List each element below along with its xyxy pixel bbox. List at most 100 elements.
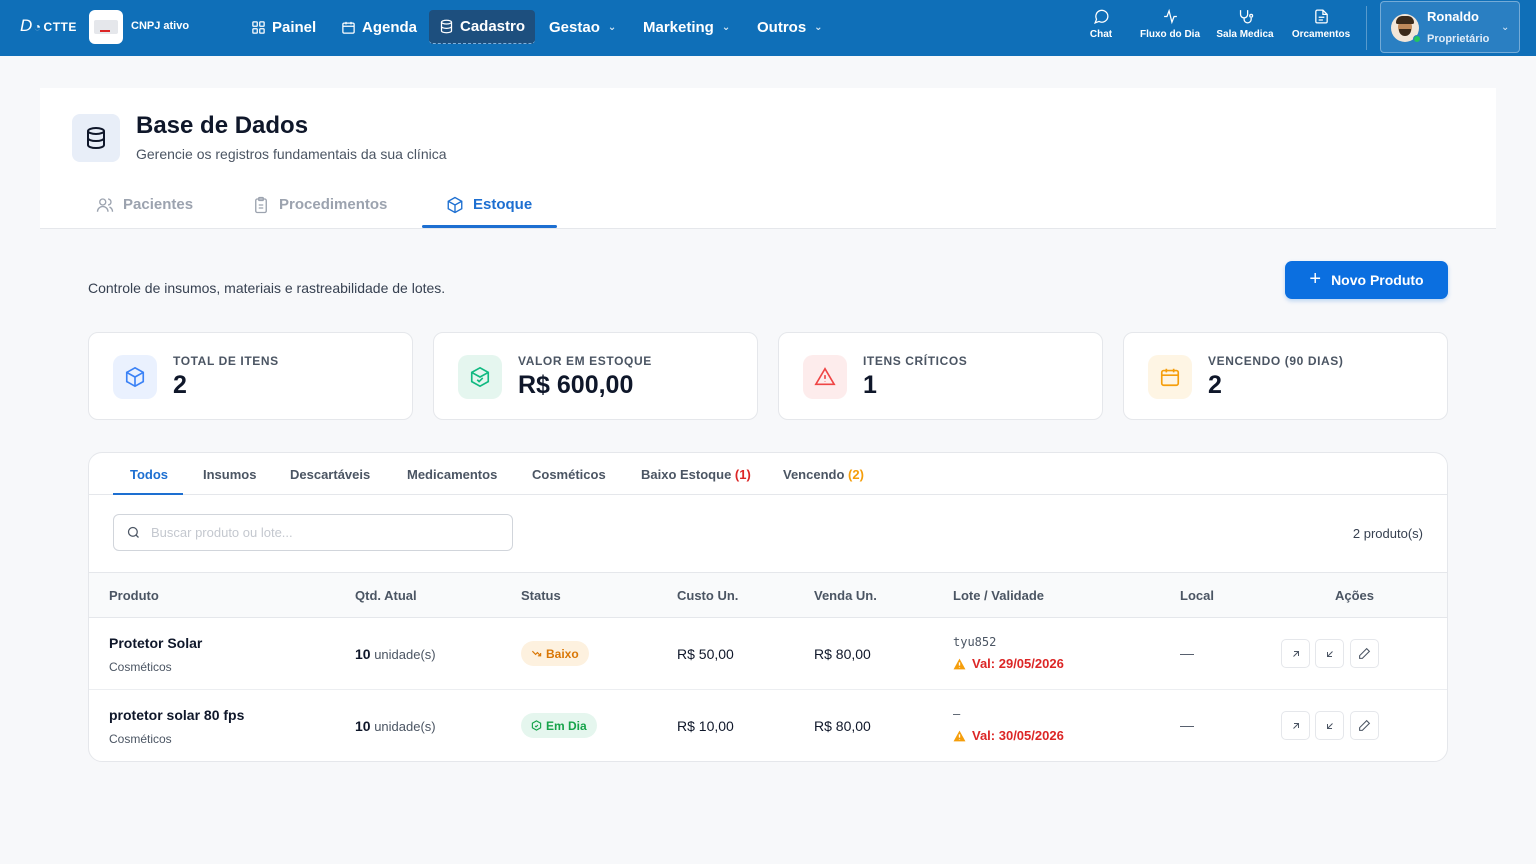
- arrow-down-left-icon: [1326, 650, 1333, 657]
- table-row[interactable]: protetor solar 80 fps Cosméticos 10 unid…: [89, 690, 1447, 761]
- package-icon: [113, 355, 157, 399]
- nav-outros[interactable]: Outros ⌄: [747, 10, 833, 44]
- search-box[interactable]: [113, 514, 513, 551]
- tab-pacientes[interactable]: Pacientes: [96, 196, 193, 228]
- page-subtitle: Gerencie os registros fundamentais da su…: [136, 146, 447, 162]
- tab-estoque[interactable]: Estoque: [446, 196, 532, 228]
- nav-marketing[interactable]: Marketing ⌄: [633, 10, 740, 44]
- col-status: Status: [521, 588, 561, 603]
- nav-cadastro[interactable]: Cadastro: [429, 10, 536, 44]
- nav-gestao-label: Gestao: [549, 18, 600, 36]
- app-logo[interactable]: D ◔ CTTE: [20, 16, 77, 36]
- tab-pacientes-label: Pacientes: [123, 196, 194, 213]
- product-validity: Val: 29/05/2026: [953, 656, 1064, 671]
- product-price: R$ 80,00: [814, 646, 871, 662]
- table-header: Produto Qtd. Atual Status Custo Un. Vend…: [89, 572, 1447, 618]
- quick-fluxo[interactable]: Fluxo do Dia: [1135, 8, 1205, 40]
- arrow-down-left-icon: [1326, 722, 1333, 729]
- product-cost: R$ 50,00: [677, 646, 734, 662]
- product-validity: Val: 30/05/2026: [953, 728, 1064, 743]
- product-lot: tyu852: [953, 635, 997, 649]
- alert-triangle-icon: [803, 355, 847, 399]
- search-icon: [127, 526, 139, 538]
- stock-in-button[interactable]: [1281, 639, 1310, 668]
- nav-painel[interactable]: Painel: [241, 10, 326, 44]
- new-product-button[interactable]: + Novo Produto: [1285, 261, 1448, 299]
- stat-label: VENCENDO (90 DIAS): [1208, 354, 1344, 368]
- edit-button[interactable]: [1350, 639, 1379, 668]
- quick-chat[interactable]: Chat: [1066, 8, 1136, 40]
- product-name: protetor solar 80 fps: [109, 707, 245, 723]
- stock-out-button[interactable]: [1315, 711, 1344, 740]
- search-input[interactable]: [151, 525, 491, 540]
- clipboard-icon: [255, 196, 267, 214]
- warning-icon: [953, 730, 966, 741]
- logo-text: CTTE: [43, 20, 77, 34]
- product-category: Cosméticos: [109, 732, 172, 746]
- col-local: Local: [1180, 588, 1214, 603]
- stat-label: TOTAL DE ITENS: [173, 354, 279, 368]
- stat-value: 2: [1208, 371, 1222, 399]
- nav-divider: [1366, 6, 1367, 50]
- stock-out-button[interactable]: [1315, 639, 1344, 668]
- package-check-icon: [458, 355, 502, 399]
- filter-insumos[interactable]: Insumos: [203, 467, 256, 482]
- quick-orcamentos[interactable]: Orcamentos: [1286, 8, 1356, 40]
- stat-value: 1: [863, 371, 877, 399]
- table-row[interactable]: Protetor Solar Cosméticos 10 unidade(s) …: [89, 618, 1447, 690]
- logo-letter: D: [20, 16, 33, 35]
- package-icon: [447, 196, 463, 214]
- nav-agenda-label: Agenda: [362, 18, 418, 36]
- stethoscope-icon: [1239, 10, 1253, 24]
- product-qty: 10 unidade(s): [355, 718, 436, 734]
- stat-label: ITENS CRÍTICOS: [863, 354, 968, 368]
- trend-down-icon: [531, 650, 542, 657]
- quick-fluxo-label: Fluxo do Dia: [1140, 29, 1200, 40]
- page-header: Base de Dados Gerencie os registros fund…: [40, 88, 1496, 229]
- product-count: 2 produto(s): [1352, 526, 1423, 541]
- chevron-down-icon: ⌄: [721, 21, 731, 33]
- nav-painel-label: Painel: [272, 18, 317, 36]
- filter-cosmeticos[interactable]: Cosméticos: [532, 467, 606, 482]
- online-status-dot: [1413, 35, 1421, 43]
- filter-baixo-estoque[interactable]: Baixo Estoque (1): [641, 467, 751, 482]
- quick-orcamentos-label: Orcamentos: [1291, 29, 1351, 40]
- calendar-icon: [342, 21, 355, 34]
- warning-icon: [953, 658, 966, 669]
- col-venda: Venda Un.: [814, 588, 877, 603]
- product-local: —: [1180, 645, 1194, 661]
- pencil-icon: [1359, 719, 1371, 731]
- filter-vencendo[interactable]: Vencendo (2): [783, 467, 864, 482]
- nav-gestao[interactable]: Gestao ⌄: [539, 10, 626, 44]
- quick-sala-medica[interactable]: Sala Medica: [1210, 8, 1280, 40]
- clinic-logo[interactable]: [89, 10, 123, 44]
- logo-tooth-icon: ◔: [33, 20, 42, 34]
- product-lot: –: [953, 707, 961, 721]
- user-role: Proprietário: [1427, 33, 1490, 45]
- filter-todos[interactable]: Todos: [130, 467, 168, 482]
- filter-medicamentos[interactable]: Medicamentos: [407, 467, 497, 482]
- chevron-down-icon: ⌄: [1501, 22, 1510, 33]
- stat-value: R$ 600,00: [518, 371, 634, 399]
- edit-button[interactable]: [1350, 711, 1379, 740]
- package-check-icon: [531, 720, 542, 731]
- product-category: Cosméticos: [109, 660, 172, 674]
- grid-icon: [252, 20, 265, 34]
- nav-agenda[interactable]: Agenda: [331, 10, 427, 44]
- stock-in-button[interactable]: [1281, 711, 1310, 740]
- product-cost: R$ 10,00: [677, 718, 734, 734]
- col-custo: Custo Un.: [677, 588, 739, 603]
- quick-chat-label: Chat: [1089, 29, 1113, 40]
- tab-procedimentos[interactable]: Procedimentos: [252, 196, 387, 228]
- stat-label: VALOR EM ESTOQUE: [518, 354, 652, 368]
- nav-outros-label: Outros: [757, 18, 807, 36]
- chevron-down-icon: ⌄: [607, 21, 617, 33]
- cnpj-status: CNPJ ativo: [131, 20, 190, 32]
- filter-tabs: Todos Insumos Descartáveis Medicamentos …: [89, 453, 1447, 495]
- user-menu[interactable]: Ronaldo Proprietário ⌄: [1380, 1, 1520, 53]
- col-lote: Lote / Validade: [953, 588, 1045, 603]
- calendar-icon: [1148, 355, 1192, 399]
- user-name: Ronaldo: [1427, 9, 1479, 24]
- stat-value: 2: [173, 371, 187, 399]
- filter-descartaveis[interactable]: Descartáveis: [290, 467, 370, 482]
